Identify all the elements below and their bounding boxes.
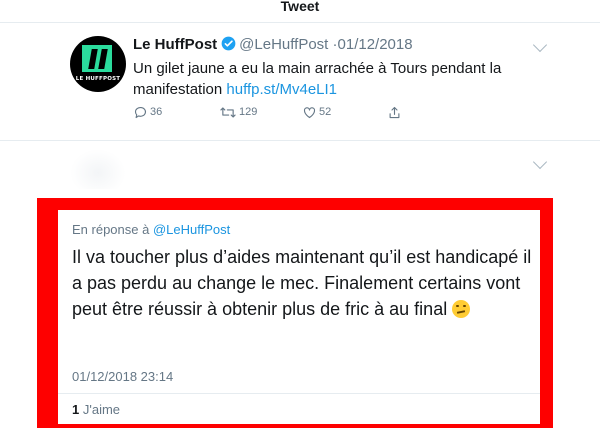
chevron-down-icon[interactable] bbox=[532, 154, 548, 170]
likes-label: J'aime bbox=[82, 402, 121, 417]
top-bar: Tweet bbox=[0, 0, 600, 23]
reply-action[interactable]: 36 bbox=[133, 103, 162, 121]
tweet-placeholder[interactable] bbox=[0, 141, 600, 196]
retweet-action[interactable]: 129 bbox=[219, 103, 257, 121]
reply-divider bbox=[58, 393, 540, 394]
tweet-text: Un gilet jaune a eu la main arrachée à T… bbox=[133, 58, 573, 100]
reply-count: 36 bbox=[150, 106, 163, 118]
reply-text: Il va toucher plus d’aides maintenant qu… bbox=[72, 244, 532, 322]
reply-timestamp[interactable]: 01/12/2018 23:14 bbox=[72, 369, 173, 384]
in-reply-handle[interactable]: @LeHuffPost bbox=[153, 222, 230, 237]
share-action[interactable] bbox=[387, 103, 402, 121]
like-action[interactable]: 52 bbox=[302, 103, 331, 121]
like-icon bbox=[302, 105, 317, 120]
reply-tweet[interactable]: En réponse à @LeHuffPost Il va toucher p… bbox=[58, 210, 540, 424]
thinking-face-icon bbox=[452, 300, 471, 318]
reply-icon bbox=[133, 105, 148, 120]
retweet-icon bbox=[219, 105, 237, 120]
in-reply-to: En réponse à @LeHuffPost bbox=[72, 222, 230, 237]
tweet[interactable]: LE HUFFPOST Le HuffPost @LeHuffPost ·01/1… bbox=[0, 22, 600, 140]
avatar-placeholder bbox=[70, 149, 126, 189]
verified-icon bbox=[221, 36, 236, 55]
avatar[interactable]: LE HUFFPOST bbox=[70, 36, 126, 92]
tweet-link[interactable]: huffp.st/Mv4eLI1 bbox=[226, 81, 337, 98]
author-handle[interactable]: @LeHuffPost bbox=[239, 36, 328, 53]
retweet-count: 129 bbox=[239, 106, 258, 118]
page-title: Tweet bbox=[280, 0, 320, 14]
share-icon bbox=[387, 105, 402, 120]
tweet-actions: 36 129 52 bbox=[133, 103, 433, 121]
in-reply-prefix: En réponse à bbox=[72, 222, 150, 237]
tweet-header: Le HuffPost @LeHuffPost ·01/12/2018 bbox=[133, 36, 413, 55]
likes-stat[interactable]: 1 J'aime bbox=[72, 402, 120, 417]
logo-wordmark: LE HUFFPOST bbox=[75, 76, 121, 82]
author-name[interactable]: Le HuffPost bbox=[133, 36, 217, 53]
likes-count: 1 bbox=[72, 402, 80, 417]
tweet-date[interactable]: 01/12/2018 bbox=[338, 36, 413, 53]
like-count: 52 bbox=[319, 106, 332, 118]
chevron-down-icon[interactable] bbox=[532, 37, 548, 53]
